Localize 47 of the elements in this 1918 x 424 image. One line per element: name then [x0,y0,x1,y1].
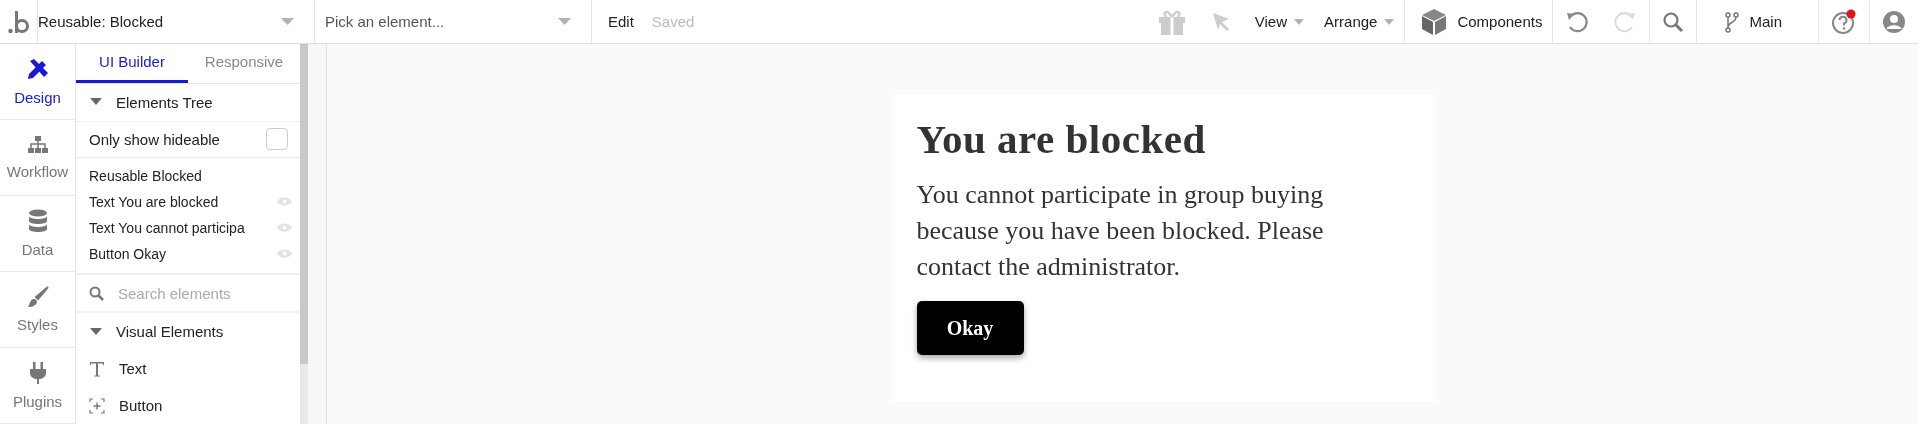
arrange-menu[interactable]: Arrange [1314,0,1405,43]
tree-item[interactable]: Reusable Blocked [89,167,202,184]
page-dropdown[interactable]: Reusable: Blocked [38,0,315,43]
eye-icon[interactable] [277,249,292,259]
scrollbar-thumb[interactable] [300,44,308,364]
add-box-icon [89,397,105,414]
pencil-ruler-icon [25,57,50,81]
hierarchy-icon [26,135,49,155]
view-menu[interactable]: View [1244,0,1315,43]
tree-item[interactable]: Text You cannot participa [89,219,245,236]
caret-icon [558,18,571,25]
text-icon [89,360,105,377]
sidebar-tab[interactable]: Plugins [0,348,75,424]
database-icon [27,209,48,233]
search-icon [89,285,104,301]
checkbox-label: Only show hideable [89,130,220,148]
sidebar-tab[interactable]: Workflow [0,120,75,196]
tree-item[interactable]: Button Okay [89,245,167,262]
checkbox[interactable] [266,128,288,151]
element-item[interactable]: Text [76,350,300,388]
edit-menu[interactable]: Edit [608,13,634,30]
element-picker[interactable]: Pick an element... [315,0,592,43]
okay-button[interactable]: Okay [916,301,1024,355]
tree-item[interactable]: Text You are blocked [89,193,219,210]
plug-icon [27,361,48,385]
sidebar-tab[interactable]: Design [0,44,75,120]
panel-tab[interactable]: UI Builder [76,44,188,83]
eye-icon[interactable] [277,223,292,233]
panel-tab[interactable]: Responsive [188,44,300,83]
sidebar-tab[interactable]: Data [0,196,75,272]
logo-icon[interactable] [7,8,30,35]
section-header[interactable]: Visual Elements [76,313,300,351]
popup-message: You cannot participate in group buying because you have been blocked. Please contact the administrator. [916,179,1325,283]
caret-icon [281,18,294,25]
caret-icon [1384,18,1395,25]
components-button[interactable]: Components [1405,0,1553,43]
branch-icon [1725,10,1740,33]
element-item[interactable]: Button [76,387,300,424]
popup-title: You are blocked [916,115,1207,163]
eye-icon[interactable] [277,197,292,207]
caret-icon [1294,18,1305,25]
brush-icon [26,286,49,308]
save-status: Saved [651,13,695,30]
sidebar-tab[interactable]: Styles [0,272,75,348]
section-header[interactable]: Elements Tree [76,83,300,121]
branch-button[interactable]: Main [1697,0,1818,43]
cube-icon [1421,7,1448,36]
